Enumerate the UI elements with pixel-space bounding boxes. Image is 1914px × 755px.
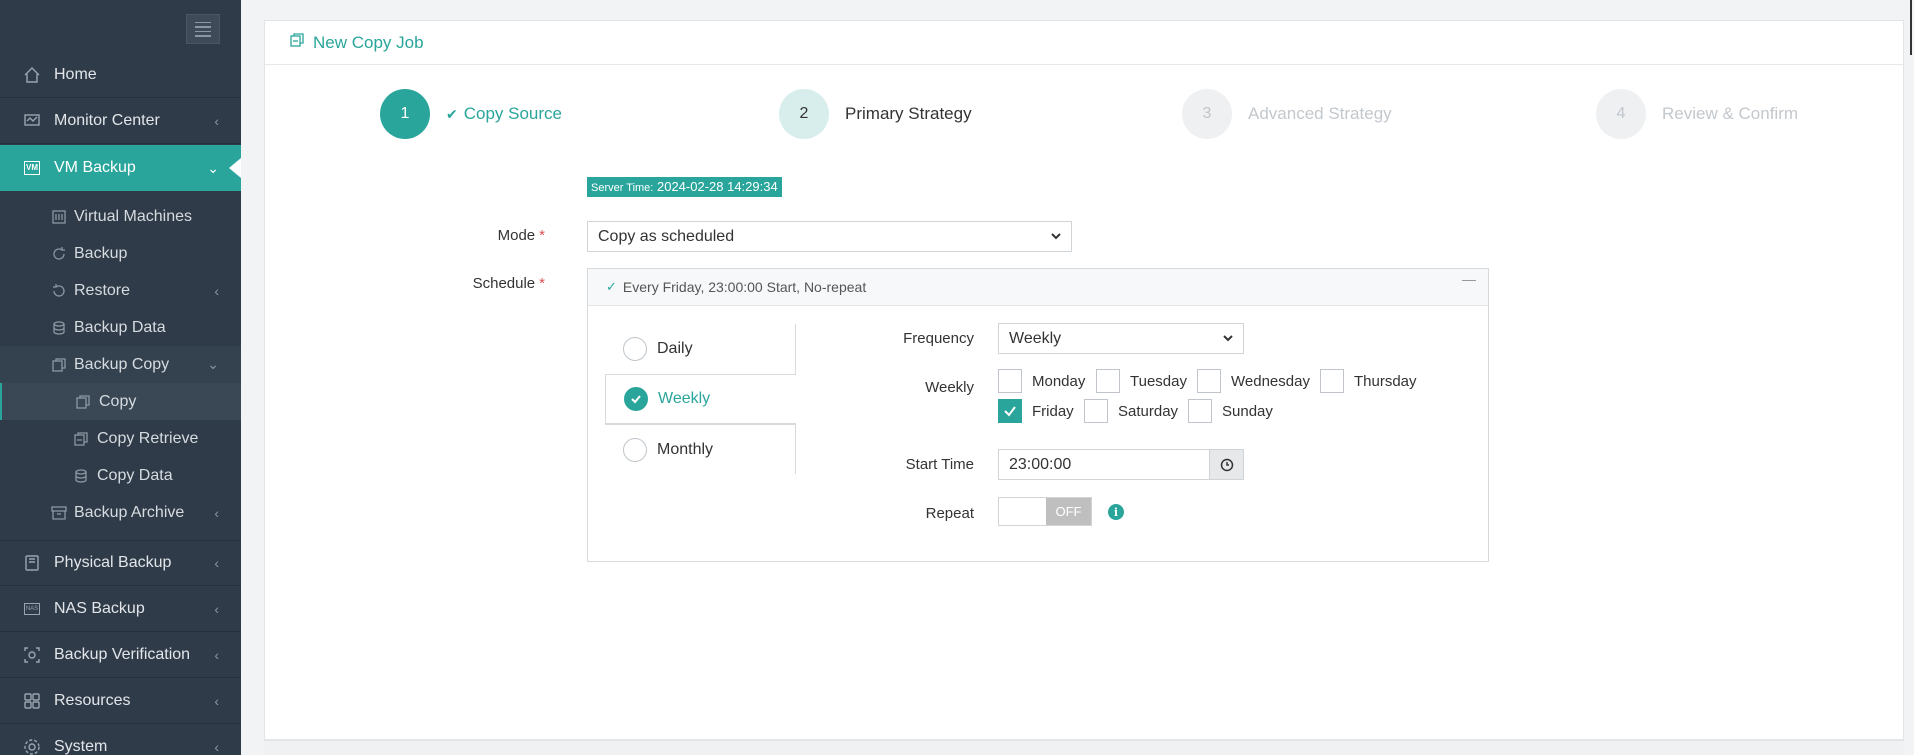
sidebar-item-physical-backup[interactable]: Physical Backup ‹	[0, 540, 241, 586]
checkbox-friday[interactable]: Friday	[998, 399, 1074, 423]
repeat-toggle[interactable]: OFF	[998, 497, 1092, 526]
radio-button[interactable]	[623, 437, 647, 462]
step-number: 3	[1182, 89, 1232, 139]
checkbox-wednesday[interactable]: Wednesday	[1197, 369, 1310, 393]
start-time-input[interactable]: 23:00:00	[998, 449, 1244, 480]
weekly-label: Weekly	[925, 379, 974, 396]
chevron-down-icon: ⌄	[207, 356, 219, 372]
server-time-badge: Server Time: 2024-02-28 14:29:34	[587, 177, 782, 197]
wizard-steps: 1 ✔ Copy Source 2 Primary Strategy 3 Adv…	[265, 89, 1903, 141]
database-icon	[50, 319, 68, 337]
freq-tab-monthly[interactable]: Monthly	[605, 424, 796, 474]
sidebar-item-copy-data[interactable]: Copy Data	[0, 457, 241, 494]
chevron-left-icon: ‹	[214, 600, 219, 617]
main-panel: New Copy Job 1 ✔ Copy Source 2 Primary S…	[264, 20, 1904, 740]
info-icon[interactable]: i	[1108, 504, 1124, 520]
chevron-down-icon	[1223, 335, 1233, 342]
copy-retrieve-icon	[72, 430, 90, 448]
monitor-icon	[22, 111, 42, 131]
chevron-left-icon: ‹	[214, 692, 219, 709]
mode-label: Mode *	[497, 227, 545, 244]
sidebar-item-system[interactable]: System ‹	[0, 724, 241, 755]
nas-icon: NAS	[22, 599, 42, 619]
sidebar-item-nas-backup[interactable]: NAS NAS Backup ‹	[0, 586, 241, 632]
freq-tab-daily[interactable]: Daily	[605, 324, 796, 374]
schedule-summary: Every Friday, 23:00:00 Start, No-repeat	[622, 279, 867, 295]
backup-icon	[50, 245, 68, 263]
chevron-left-icon: ‹	[214, 646, 219, 663]
step-number: 1	[380, 89, 430, 139]
step-primary-strategy[interactable]: 2 Primary Strategy	[779, 89, 972, 139]
new-job-icon	[289, 32, 305, 53]
sidebar-item-resources[interactable]: Resources ‹	[0, 678, 241, 724]
check-icon: ✔	[446, 105, 458, 122]
chevron-down-icon	[1051, 233, 1061, 240]
page-title: New Copy Job	[313, 32, 424, 52]
step-review-confirm[interactable]: 4 Review & Confirm	[1596, 89, 1798, 139]
home-icon	[22, 65, 42, 85]
step-label: Primary Strategy	[845, 104, 972, 123]
chevron-left-icon: ‹	[214, 282, 219, 299]
panel-header: New Copy Job	[265, 21, 1903, 65]
chevron-left-icon: ‹	[214, 112, 219, 129]
verification-icon	[22, 645, 42, 665]
physical-icon	[22, 553, 42, 573]
sidebar-topbar	[0, 0, 241, 57]
checkbox-tuesday[interactable]: Tuesday	[1096, 369, 1187, 393]
freq-tab-weekly[interactable]: Weekly	[605, 374, 796, 424]
step-copy-source[interactable]: 1 ✔ Copy Source	[380, 89, 562, 139]
scrollbar[interactable]	[1910, 0, 1912, 55]
repeat-label: Repeat	[925, 505, 974, 522]
checkbox-monday[interactable]: Monday	[998, 369, 1085, 393]
copy-icon	[74, 393, 92, 411]
gear-icon	[22, 737, 42, 755]
check-icon: ✓	[606, 279, 617, 294]
restore-icon	[50, 282, 68, 300]
frequency-label: Frequency	[903, 330, 974, 347]
radio-button[interactable]	[624, 387, 648, 411]
footer-strip	[264, 740, 1904, 755]
step-label: Copy Source	[463, 104, 563, 123]
menu-toggle-button[interactable]	[186, 14, 220, 44]
sidebar-item-backup-archive[interactable]: Backup Archive ‹	[0, 494, 241, 531]
checkbox-saturday[interactable]: Saturday	[1084, 399, 1178, 423]
radio-button[interactable]	[623, 337, 647, 361]
sidebar-item-vm-backup[interactable]: VM VM Backup ⌄	[0, 145, 241, 191]
chevron-down-icon: ⌄	[207, 159, 219, 176]
schedule-label: Schedule *	[472, 275, 545, 292]
chevron-left-icon: ‹	[214, 555, 219, 571]
archive-icon	[50, 504, 68, 522]
sidebar-item-backup-data[interactable]: Backup Data	[0, 309, 241, 346]
step-number: 4	[1596, 89, 1646, 139]
chevron-left-icon: ‹	[214, 738, 219, 755]
step-number: 2	[779, 89, 829, 139]
step-advanced-strategy[interactable]: 3 Advanced Strategy	[1182, 89, 1392, 139]
clock-icon[interactable]	[1209, 450, 1243, 479]
schedule-summary-bar[interactable]: ✓ Every Friday, 23:00:00 Start, No-repea…	[588, 269, 1488, 306]
sidebar-item-backup-copy[interactable]: Backup Copy ⌄	[0, 346, 241, 383]
checkbox-thursday[interactable]: Thursday	[1320, 369, 1417, 393]
sidebar: Home Monitor Center ‹ VM VM Backup ⌄ Vir…	[0, 0, 241, 755]
vm-icon: VM	[22, 158, 42, 178]
mode-select[interactable]: Copy as scheduled	[587, 221, 1072, 252]
collapse-icon[interactable]	[1462, 280, 1476, 281]
sidebar-item-virtual-machines[interactable]: Virtual Machines	[0, 198, 241, 235]
chevron-left-icon: ‹	[214, 504, 219, 521]
step-label: Advanced Strategy	[1248, 104, 1392, 123]
step-label: Review & Confirm	[1662, 104, 1799, 123]
sidebar-item-backup-verification[interactable]: Backup Verification ‹	[0, 632, 241, 678]
sidebar-item-monitor-center[interactable]: Monitor Center ‹	[0, 98, 241, 144]
copy-icon	[50, 356, 68, 374]
frequency-select[interactable]: Weekly	[998, 323, 1244, 354]
sidebar-item-copy-retrieve[interactable]: Copy Retrieve	[0, 420, 241, 457]
sidebar-item-home[interactable]: Home	[0, 52, 241, 98]
checkbox-sunday[interactable]: Sunday	[1188, 399, 1273, 423]
sidebar-item-copy[interactable]: Copy	[0, 383, 241, 420]
sidebar-item-restore[interactable]: Restore ‹	[0, 272, 241, 309]
server-icon	[50, 208, 68, 226]
resources-icon	[22, 691, 42, 711]
start-time-label: Start Time	[905, 456, 974, 473]
sidebar-item-backup[interactable]: Backup	[0, 235, 241, 272]
database-icon	[72, 467, 90, 485]
